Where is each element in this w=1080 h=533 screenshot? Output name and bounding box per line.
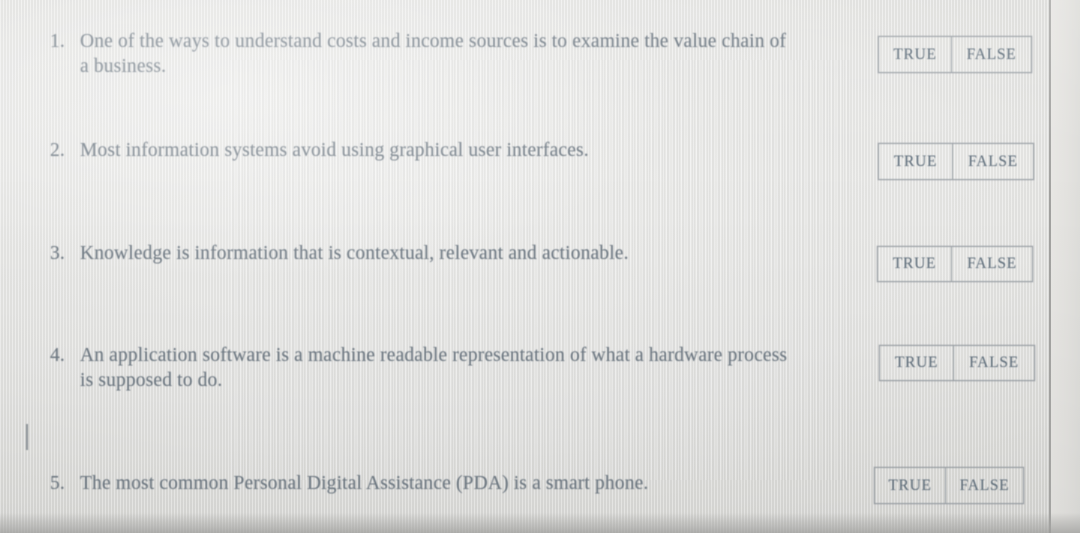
question-number-5: 5. xyxy=(50,473,65,494)
answer-box-1[interactable]: TRUE FALSE xyxy=(878,36,1032,73)
answer-false-4[interactable]: FALSE xyxy=(954,346,1034,380)
question-text-3: 3. Knowledge is information that is cont… xyxy=(50,241,790,266)
question-body-2: Most information systems avoid using gra… xyxy=(80,140,589,161)
stray-pen-mark xyxy=(26,424,28,450)
page-right-edge-line xyxy=(1049,0,1051,533)
question-body-3: Knowledge is information that is context… xyxy=(80,243,629,264)
question-body-4: An application software is a machine rea… xyxy=(80,345,788,391)
question-text-2: 2. Most information systems avoid using … xyxy=(50,138,790,163)
answer-true-2[interactable]: TRUE xyxy=(879,144,953,179)
question-number-1: 1. xyxy=(50,31,65,52)
off-page-area xyxy=(1051,0,1080,533)
answer-box-5[interactable]: TRUE FALSE xyxy=(874,467,1024,504)
question-body-5: The most common Personal Digital Assista… xyxy=(80,473,649,494)
answer-true-1[interactable]: TRUE xyxy=(879,37,952,72)
question-number-4: 4. xyxy=(50,345,65,366)
question-number-2: 2. xyxy=(50,140,65,161)
answer-false-5[interactable]: FALSE xyxy=(946,468,1023,503)
question-text-4: 4. An application software is a machine … xyxy=(50,343,790,393)
question-text-1: 1. One of the ways to understand costs a… xyxy=(50,29,790,79)
document-content: 1. One of the ways to understand costs a… xyxy=(0,0,1080,533)
answer-box-3[interactable]: TRUE FALSE xyxy=(877,246,1033,282)
question-number-3: 3. xyxy=(50,243,65,264)
answer-true-5[interactable]: TRUE xyxy=(875,468,946,503)
answer-true-3[interactable]: TRUE xyxy=(878,247,952,281)
question-body-1: One of the ways to understand costs and … xyxy=(80,31,787,77)
screen-photo: 1. One of the ways to understand costs a… xyxy=(0,0,1080,533)
answer-false-1[interactable]: FALSE xyxy=(952,37,1031,72)
answer-false-3[interactable]: FALSE xyxy=(952,247,1032,281)
answer-false-2[interactable]: FALSE xyxy=(953,144,1033,179)
answer-box-2[interactable]: TRUE FALSE xyxy=(878,143,1034,180)
question-text-5: 5. The most common Personal Digital Assi… xyxy=(50,471,790,496)
answer-true-4[interactable]: TRUE xyxy=(880,346,954,380)
answer-box-4[interactable]: TRUE FALSE xyxy=(879,345,1035,381)
